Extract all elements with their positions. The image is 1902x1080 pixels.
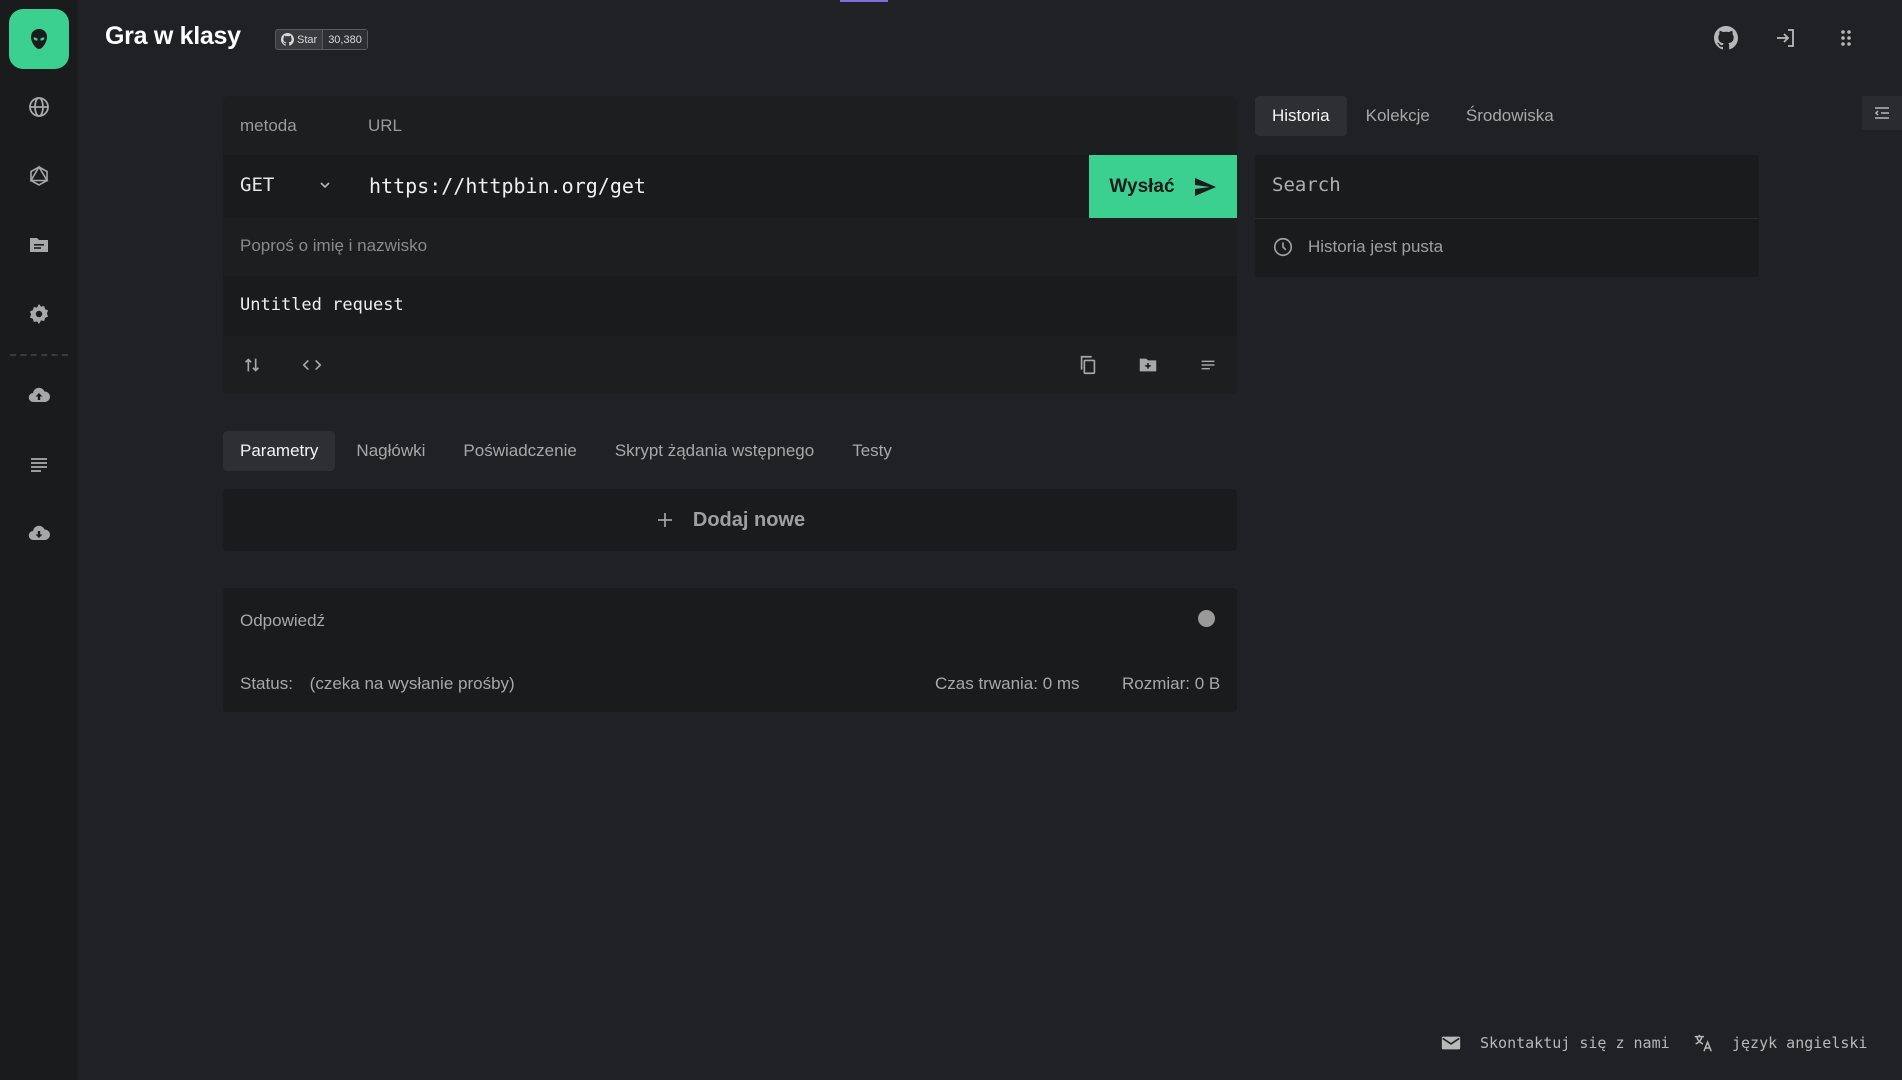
login-icon xyxy=(1777,29,1794,47)
sidebar-item-rest[interactable] xyxy=(9,77,69,137)
response-size: Rozmiar: 0 B xyxy=(1122,674,1221,693)
tab-params[interactable]: Parametry xyxy=(223,431,336,471)
plus-icon xyxy=(657,513,672,527)
sidebar-item-graphql[interactable] xyxy=(9,146,69,206)
list-icon xyxy=(31,458,47,472)
send-button-label: Wysłać xyxy=(1109,175,1175,197)
tab-history[interactable]: Historia xyxy=(1255,96,1347,136)
menu-collapse-icon xyxy=(1874,107,1889,119)
github-icon xyxy=(281,33,294,46)
translate-icon xyxy=(1694,1034,1712,1052)
sidebar-item-settings[interactable] xyxy=(9,284,69,344)
github-star-label: Star xyxy=(297,33,318,46)
chevron-down-icon[interactable] xyxy=(318,178,332,192)
notes-icon xyxy=(1201,360,1215,370)
cloud-upload-icon xyxy=(28,387,51,403)
contact-link[interactable]: Skontaktuj się z nami xyxy=(1440,1032,1670,1054)
tab-auth[interactable]: Poświadczenie xyxy=(446,431,593,471)
mail-icon xyxy=(1441,1036,1461,1050)
contact-label: Skontaktuj się z nami xyxy=(1480,1034,1670,1052)
status-value: (czeka na wysłanie prośby) xyxy=(309,674,515,693)
history-divider xyxy=(1255,218,1759,219)
add-param-label: Dodaj nowe xyxy=(692,508,806,531)
swap-button[interactable] xyxy=(239,352,265,378)
tab-collections[interactable]: Kolekcje xyxy=(1349,96,1447,136)
request-tabs: Parametry Nagłówki Poświadczenie Skrypt … xyxy=(223,431,909,471)
gear-icon xyxy=(29,304,49,324)
add-param-button[interactable]: Dodaj nowe xyxy=(223,489,1237,551)
request-name-label: Poproś o imię i nazwisko xyxy=(240,236,428,255)
tab-prerequest-script[interactable]: Skrypt żądania wstępnego xyxy=(598,431,831,471)
more-options-button[interactable] xyxy=(1195,352,1221,378)
github-link[interactable] xyxy=(1710,22,1742,54)
apps-menu-button[interactable] xyxy=(1830,22,1862,54)
side-tabs: Historia Kolekcje Środowiska xyxy=(1255,96,1571,136)
grid-dots-icon xyxy=(1841,30,1851,46)
language-switch[interactable]: język angielski xyxy=(1692,1032,1867,1054)
cloud-download-icon xyxy=(28,525,51,541)
history-search-input[interactable] xyxy=(1272,174,1732,196)
folder-icon xyxy=(30,238,48,252)
sidebar-separator xyxy=(10,354,68,356)
status-label: Status: xyxy=(240,674,293,693)
tab-environments[interactable]: Środowiska xyxy=(1449,96,1571,136)
swap-vertical-icon xyxy=(244,358,260,372)
copy-button[interactable] xyxy=(1075,352,1101,378)
response-status-dot xyxy=(1198,610,1215,627)
sidebar-item-download[interactable] xyxy=(9,503,69,563)
globe-icon xyxy=(29,97,49,117)
method-label: metoda xyxy=(240,116,297,135)
send-button[interactable]: Wysłać xyxy=(1089,155,1237,218)
history-empty-state: Historia jest pusta xyxy=(1272,236,1443,258)
sidebar xyxy=(0,0,78,1080)
clock-icon xyxy=(1273,237,1293,257)
copy-icon xyxy=(1080,355,1096,375)
sidebar-item-docs[interactable] xyxy=(9,215,69,275)
url-label: URL xyxy=(368,116,403,135)
code-icon xyxy=(302,359,322,371)
language-label: język angielski xyxy=(1732,1034,1868,1052)
response-duration: Czas trwania: 0 ms xyxy=(935,674,1080,693)
history-empty-text: Historia jest pusta xyxy=(1308,237,1444,256)
alien-icon xyxy=(31,29,47,49)
save-to-collection-button[interactable] xyxy=(1135,352,1161,378)
tab-headers[interactable]: Nagłówki xyxy=(339,431,442,471)
graphql-icon xyxy=(29,165,49,186)
github-star-count: 30,380 xyxy=(322,30,367,49)
top-indicator xyxy=(840,0,888,2)
sidebar-item-menu[interactable] xyxy=(9,434,69,494)
send-icon xyxy=(1194,177,1216,196)
app-title: Gra w klasy xyxy=(105,22,241,50)
response-title: Odpowiedź xyxy=(240,611,326,630)
tab-tests[interactable]: Testy xyxy=(835,431,909,471)
request-name-input[interactable]: Untitled request xyxy=(240,295,404,315)
sidebar-item-upload[interactable] xyxy=(9,365,69,425)
response-status: Status: (czeka na wysłanie prośby) xyxy=(240,674,515,694)
url-input[interactable] xyxy=(369,174,1069,198)
login-button[interactable] xyxy=(1770,22,1802,54)
github-icon xyxy=(1714,26,1738,50)
code-button[interactable] xyxy=(299,352,325,378)
collapse-sidebar-button[interactable] xyxy=(1862,96,1902,130)
app-logo-button[interactable] xyxy=(9,9,69,69)
github-star-badge[interactable]: Star 30,380 xyxy=(275,29,368,50)
folder-plus-icon xyxy=(1139,358,1157,372)
method-select[interactable]: GET xyxy=(240,174,274,196)
